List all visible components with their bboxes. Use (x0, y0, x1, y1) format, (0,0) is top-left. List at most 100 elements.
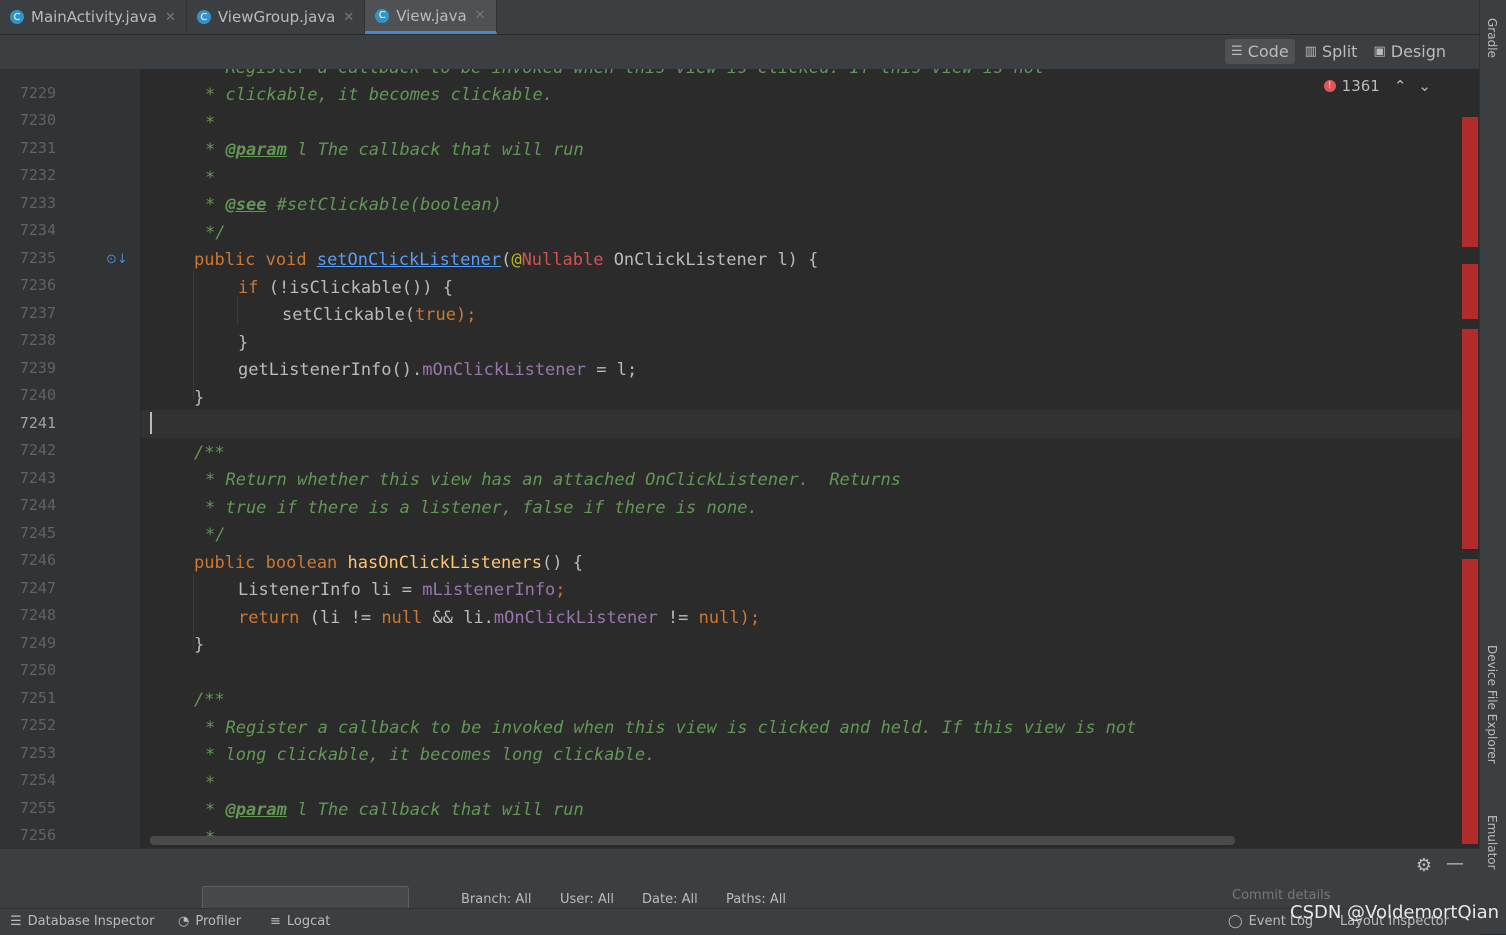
git-search-input[interactable] (202, 886, 409, 908)
emulator-button[interactable]: Emulator (1485, 815, 1499, 870)
code-line: */ (205, 223, 226, 243)
method-link[interactable]: setOnClickListener (317, 250, 501, 270)
profiler-button[interactable]: ◔ Profiler (178, 914, 241, 929)
line-number-gutter[interactable]: 7229 7230 7231 7232 7233 7234 7235 7236 … (0, 69, 140, 848)
branch-filter[interactable]: Branch: All (461, 892, 531, 907)
code-line: * @see #setClickable(boolean) (205, 195, 502, 215)
code-editor[interactable]: * Register a callback to be invoked when… (141, 69, 1461, 848)
tab-mainactivity[interactable]: C MainActivity.java ✕ (0, 0, 187, 34)
code-line: * @param l The callback that will run (205, 140, 584, 160)
line-number: 7248 (19, 606, 56, 624)
line-number: 7252 (19, 716, 56, 734)
line-number: 7254 (19, 771, 56, 789)
close-icon[interactable]: ✕ (165, 10, 176, 25)
problems-indicator[interactable]: ! 1361 ⌃ ⌄ (1323, 77, 1431, 95)
image-icon: ▣ (1373, 44, 1386, 59)
line-number: 7251 (19, 689, 56, 707)
bottom-tool-window-header: ⚙ — (0, 848, 1480, 883)
code-line: return (li != null && li.mOnClickListene… (238, 608, 761, 628)
device-file-explorer-button[interactable]: Device File Explorer (1485, 645, 1499, 764)
code-line: * clickable, it becomes clickable. (205, 85, 553, 105)
line-number: 7242 (19, 441, 56, 459)
line-number: 7233 (19, 194, 56, 212)
line-number: 7232 (19, 166, 56, 184)
code-line: getListenerInfo().mOnClickListener = l; (238, 360, 638, 380)
line-number: 7244 (19, 496, 56, 514)
logcat-button[interactable]: ≡ Logcat (270, 914, 330, 929)
chevron-up-icon[interactable]: ⌃ (1394, 77, 1407, 95)
commit-details-label: Commit details (1232, 888, 1331, 903)
tab-viewgroup[interactable]: C ViewGroup.java ✕ (187, 0, 366, 34)
right-tool-strip: Gradle Device File Explorer Emulator (1479, 0, 1506, 934)
line-number: 7231 (19, 139, 56, 157)
line-number: 7234 (19, 221, 56, 239)
error-icon: ! (1323, 80, 1336, 92)
line-number: 7247 (19, 579, 56, 597)
java-class-icon: C (10, 10, 24, 24)
code-line: * Return whether this view has an attach… (205, 470, 901, 490)
editor-tab-bar: C MainActivity.java ✕ C ViewGroup.java ✕… (0, 0, 1480, 35)
tab-view[interactable]: C View.java ✕ (365, 0, 497, 34)
code-mode-button[interactable]: ☰ Code (1225, 39, 1295, 64)
status-bar: ☰ Database Inspector ◔ Profiler ≡ Logcat… (0, 908, 1480, 935)
tab-label: MainActivity.java (31, 8, 157, 26)
git-log-toolbar: Branch: All User: All Date: All Paths: A… (0, 883, 1480, 908)
date-filter[interactable]: Date: All (642, 892, 698, 907)
code-line: * true if there is a listener, false if … (205, 498, 758, 518)
logcat-icon: ≡ (270, 914, 281, 929)
code-line: } (238, 333, 249, 353)
code-line: } (194, 388, 205, 408)
line-number: 7230 (19, 111, 56, 129)
paths-filter[interactable]: Paths: All (726, 892, 786, 907)
event-log-icon: ◯ (1228, 914, 1243, 929)
code-mode-icon: ☰ (1231, 44, 1243, 59)
java-class-icon: C (375, 8, 390, 23)
code-line: /** (194, 690, 225, 710)
override-method-icon[interactable]: ⊙↓ (106, 252, 128, 267)
line-number: 7237 (19, 304, 56, 322)
code-line: setClickable(true); (282, 305, 477, 325)
split-mode-icon: ▥ (1304, 44, 1317, 59)
current-line-highlight (141, 410, 1461, 438)
code-line: * (205, 168, 216, 188)
close-icon[interactable]: ✕ (343, 10, 354, 25)
indent-guide (193, 269, 194, 399)
code-line: * long clickable, it becomes long clicka… (205, 745, 656, 765)
error-stripe[interactable] (1461, 69, 1480, 848)
line-number: 7246 (19, 551, 56, 569)
chevron-down-icon[interactable]: ⌄ (1418, 77, 1431, 95)
java-class-icon: C (196, 10, 211, 24)
text-caret (150, 412, 152, 434)
profiler-icon: ◔ (178, 914, 190, 929)
close-icon[interactable]: ✕ (475, 8, 486, 23)
watermark: CSDN @VoldemortQian (1290, 902, 1500, 923)
code-line: public boolean hasOnClickListeners() { (194, 553, 583, 573)
code-line: */ (205, 525, 226, 545)
code-line: public void setOnClickListener(@Nullable… (194, 250, 819, 270)
tab-label: ViewGroup.java (217, 8, 336, 26)
design-mode-button[interactable]: ▣ Design (1367, 39, 1452, 64)
line-number: 7240 (19, 386, 56, 404)
code-line: ListenerInfo li = mListenerInfo; (238, 580, 566, 600)
line-number: 7250 (19, 661, 56, 679)
line-number: 7245 (19, 524, 56, 542)
user-filter[interactable]: User: All (560, 892, 614, 907)
error-mark (1462, 329, 1478, 549)
code-line: * Register a callback to be invoked when… (205, 718, 1137, 738)
horizontal-scrollbar[interactable] (150, 836, 1235, 845)
gear-icon[interactable]: ⚙ (1416, 855, 1432, 876)
line-number: 7255 (19, 799, 56, 817)
gradle-tool-button[interactable]: Gradle (1485, 18, 1499, 58)
split-mode-button[interactable]: ▥ Split (1299, 39, 1364, 64)
line-number: 7229 (19, 84, 56, 102)
line-number: 7253 (19, 744, 56, 762)
line-number: 7238 (19, 331, 56, 349)
minimize-icon[interactable]: — (1446, 853, 1464, 874)
view-mode-bar: ☰ Code ▥ Split ▣ Design (0, 35, 1480, 69)
line-number: 7256 (19, 826, 56, 844)
error-mark (1462, 117, 1478, 247)
line-number-current: 7241 (19, 414, 56, 432)
error-mark (1462, 559, 1478, 844)
database-inspector-button[interactable]: ☰ Database Inspector (10, 914, 154, 929)
line-number: 7235 (19, 249, 56, 267)
